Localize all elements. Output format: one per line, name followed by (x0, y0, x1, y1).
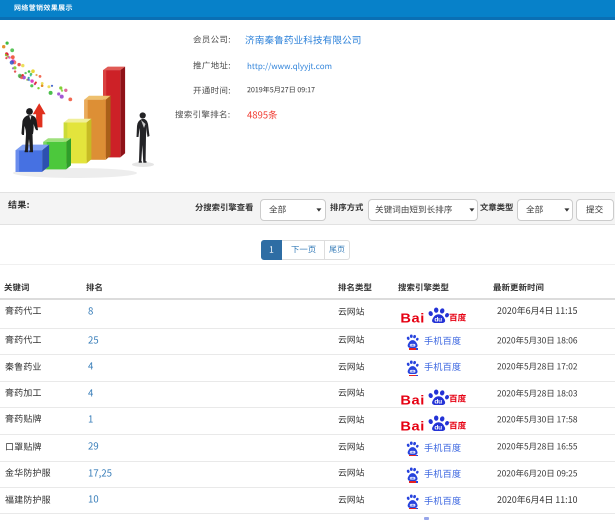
svg-text:Bai: Bai (401, 393, 425, 405)
svg-text:Bai: Bai (401, 311, 425, 323)
svg-text:Bai: Bai (401, 419, 425, 431)
svg-text:du: du (434, 316, 442, 323)
svg-text:du: du (434, 398, 442, 405)
svg-text:du: du (434, 424, 442, 431)
